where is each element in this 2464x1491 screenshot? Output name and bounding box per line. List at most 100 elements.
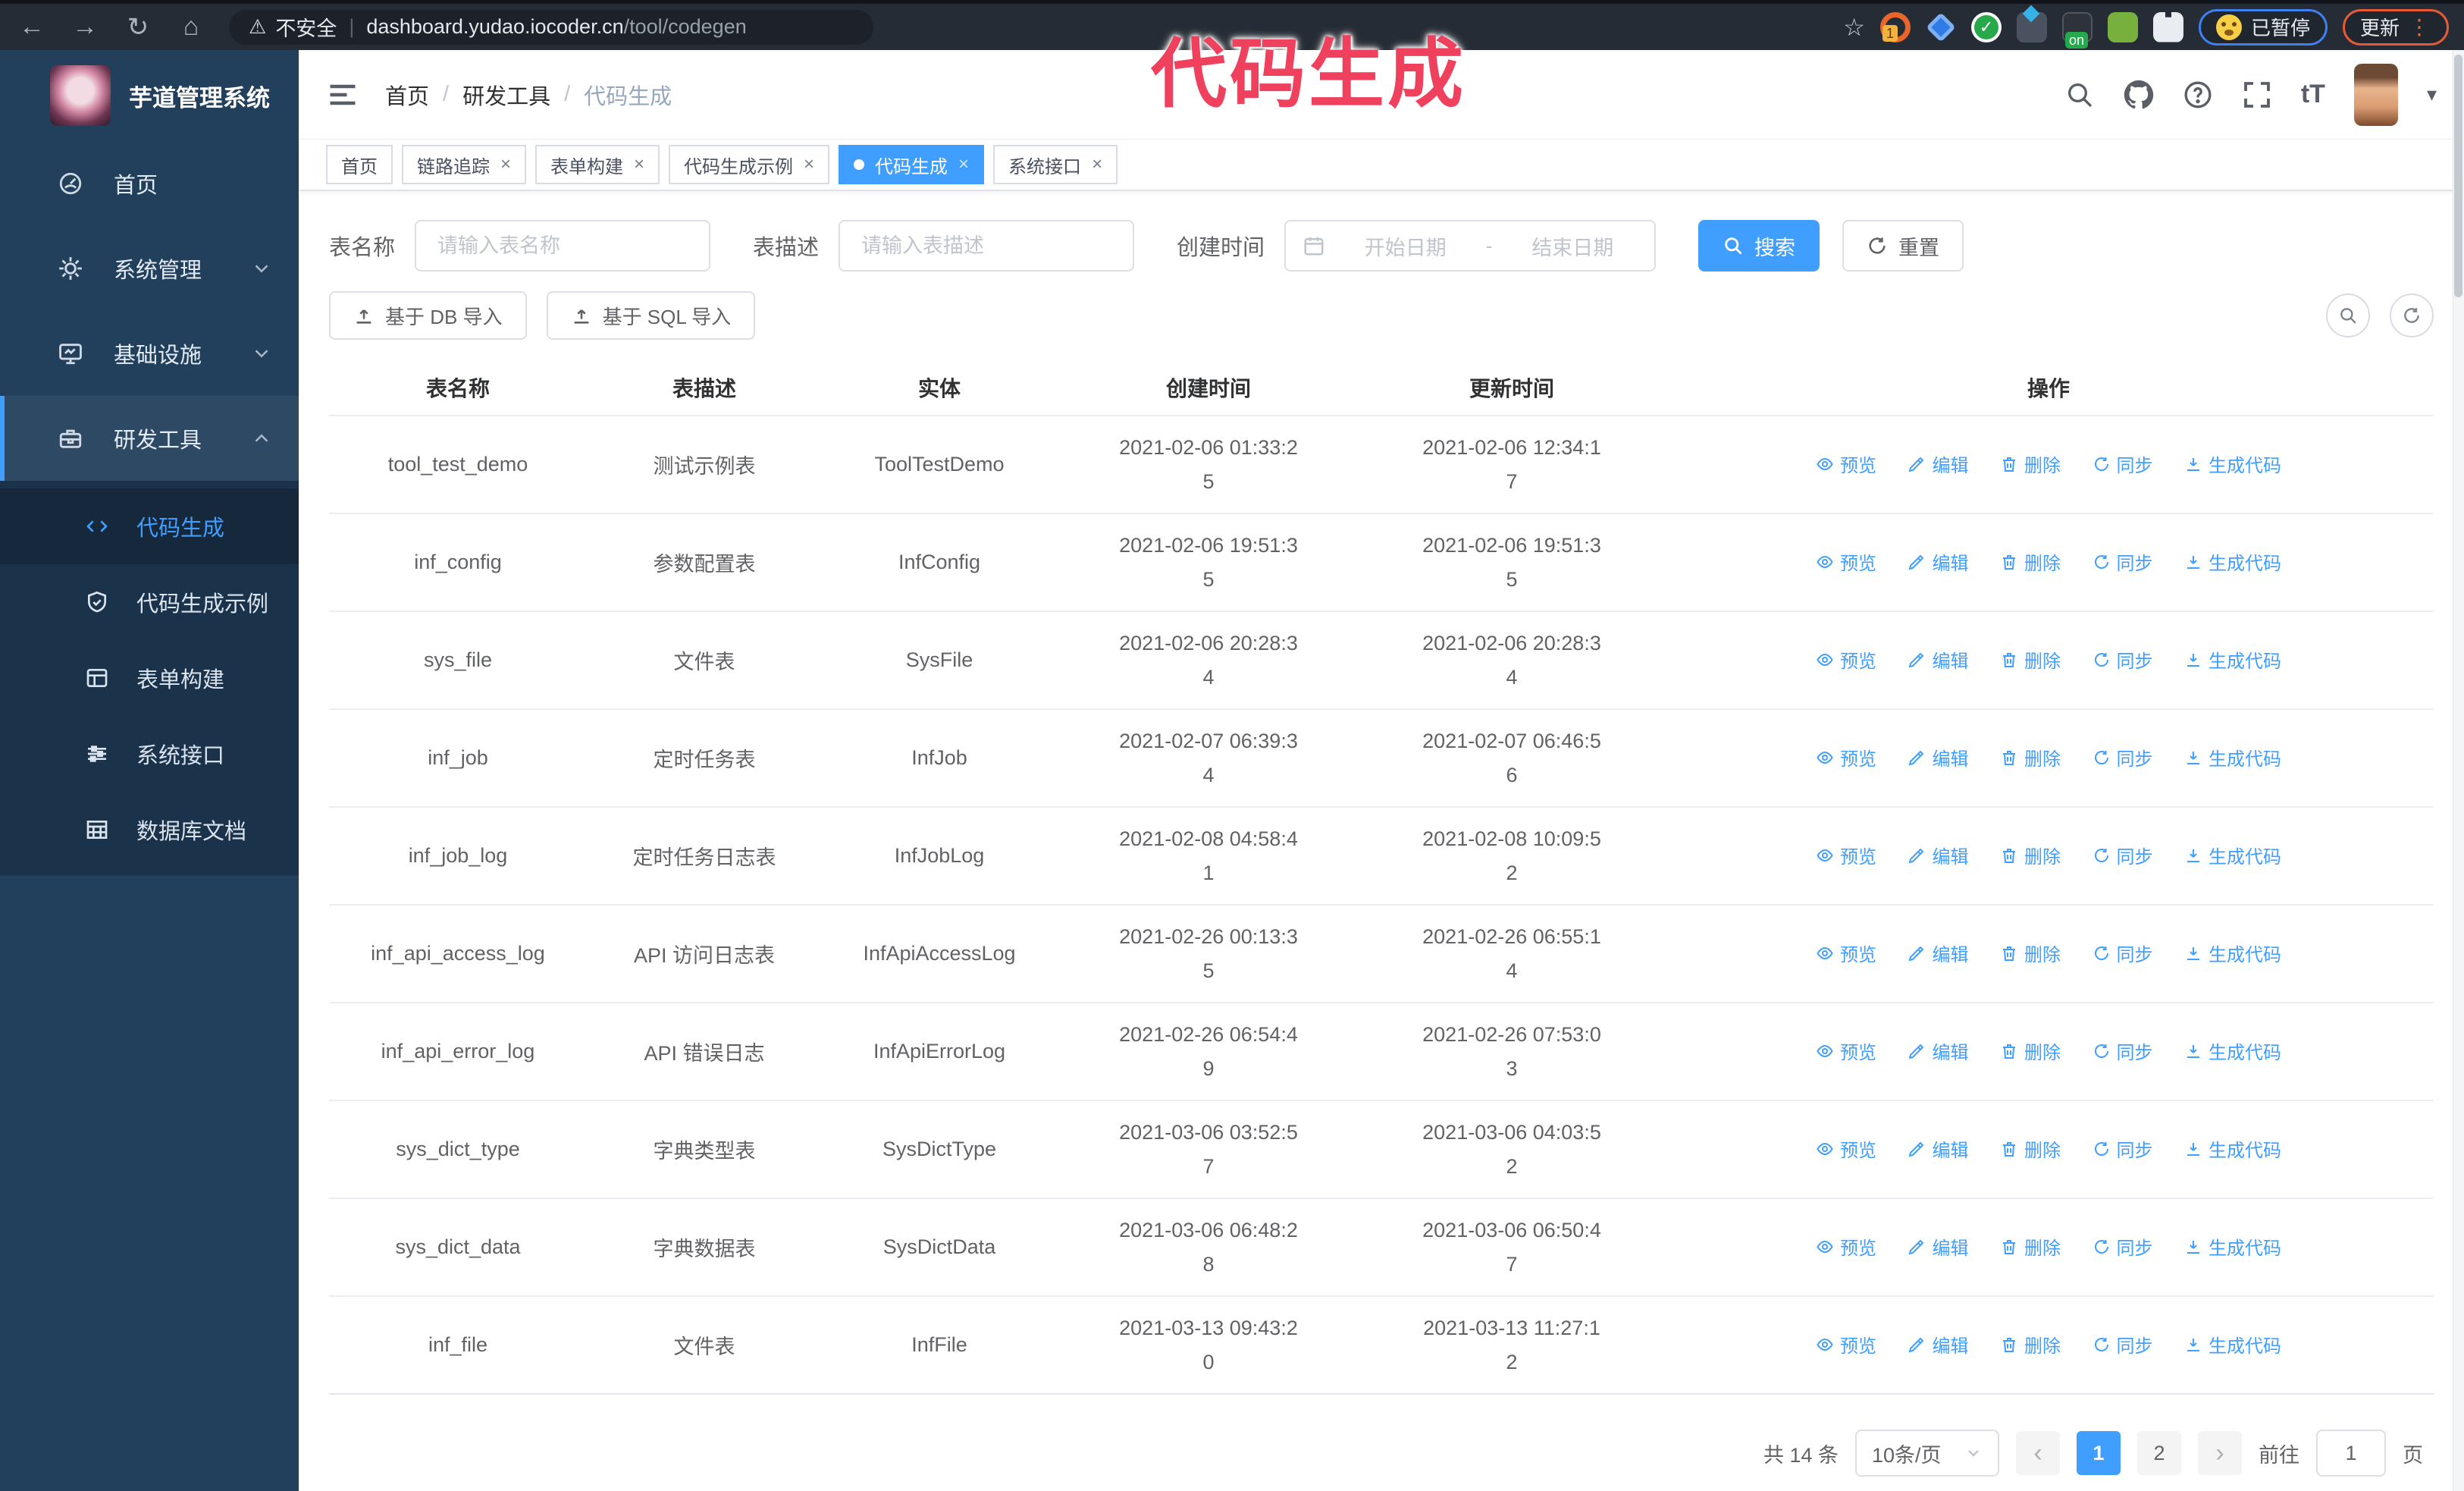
sidebar-subitem-codegen[interactable]: 代码生成 <box>0 488 299 564</box>
edit-link[interactable]: 编辑 <box>1908 1037 1968 1064</box>
tag-tracing[interactable]: 链路追踪 × <box>402 145 527 184</box>
generate-code-link[interactable]: 生成代码 <box>2184 842 2281 868</box>
toggle-search-button[interactable] <box>2326 293 2370 337</box>
date-range-picker[interactable]: 开始日期 - 结束日期 <box>1284 220 1657 272</box>
delete-link[interactable]: 删除 <box>2000 842 2061 868</box>
sidebar-subitem-codegen-demo[interactable]: 代码生成示例 <box>0 564 299 640</box>
app-logo-row[interactable]: 芋道管理系统 <box>0 50 299 141</box>
edit-link[interactable]: 编辑 <box>1908 646 1968 673</box>
sync-link[interactable]: 同步 <box>2093 1331 2153 1358</box>
generate-code-link[interactable]: 生成代码 <box>2184 1233 2281 1260</box>
delete-link[interactable]: 删除 <box>2000 1233 2061 1260</box>
edit-link[interactable]: 编辑 <box>1908 1331 1968 1358</box>
preview-link[interactable]: 预览 <box>1816 744 1876 771</box>
search-icon[interactable] <box>2064 80 2095 110</box>
page-button-1[interactable]: 1 <box>2077 1431 2121 1475</box>
page-size-select[interactable]: 10条/页 <box>1855 1430 1999 1477</box>
font-size-icon[interactable]: tT <box>2301 80 2325 109</box>
browser-back-icon[interactable]: ← <box>11 6 53 49</box>
delete-link[interactable]: 删除 <box>2000 940 2061 966</box>
page-scrollbar[interactable] <box>2453 50 2464 1491</box>
tag-codegen[interactable]: 代码生成 × <box>839 145 985 184</box>
generate-code-link[interactable]: 生成代码 <box>2184 940 2281 966</box>
generate-code-link[interactable]: 生成代码 <box>2184 646 2281 673</box>
paused-extension-pill[interactable]: 已暂停 <box>2198 8 2328 46</box>
extensions-puzzle-icon[interactable] <box>2152 11 2183 42</box>
browser-home-icon[interactable]: ⌂ <box>170 6 212 49</box>
sidebar-item-system[interactable]: 系统管理 <box>0 226 299 311</box>
close-icon[interactable]: × <box>958 154 969 175</box>
breadcrumb-devtools[interactable]: 研发工具 <box>462 79 550 111</box>
prev-page-button[interactable]: ‹ <box>2016 1431 2060 1475</box>
fullscreen-icon[interactable] <box>2242 80 2272 110</box>
delete-link[interactable]: 删除 <box>2000 744 2061 771</box>
help-icon[interactable] <box>2183 80 2213 110</box>
preview-link[interactable]: 预览 <box>1816 842 1876 868</box>
sync-link[interactable]: 同步 <box>2093 1037 2153 1064</box>
preview-link[interactable]: 预览 <box>1816 646 1876 673</box>
sidebar-item-infra[interactable]: 基础设施 <box>0 311 299 396</box>
close-icon[interactable]: × <box>500 154 511 175</box>
tag-codegen-demo[interactable]: 代码生成示例 × <box>669 145 830 184</box>
page-button-2[interactable]: 2 <box>2137 1431 2181 1475</box>
sidebar-subitem-form-builder[interactable]: 表单构建 <box>0 640 299 716</box>
browser-forward-icon[interactable]: → <box>64 6 106 49</box>
delete-link[interactable]: 删除 <box>2000 1037 2061 1064</box>
bookmark-star-icon[interactable]: ☆ <box>1843 13 1865 42</box>
sync-link[interactable]: 同步 <box>2093 646 2153 673</box>
preview-link[interactable]: 预览 <box>1816 940 1876 966</box>
extension-icon-green-check[interactable]: ✓ <box>1970 11 2002 42</box>
generate-code-link[interactable]: 生成代码 <box>2184 1037 2281 1064</box>
sidebar-subitem-db-doc[interactable]: 数据库文档 <box>0 792 299 868</box>
import-db-button[interactable]: 基于 DB 导入 <box>329 291 527 340</box>
preview-link[interactable]: 预览 <box>1816 1331 1876 1358</box>
address-bar[interactable]: ⚠ 不安全 | dashboard.yudao.iocoder.cn/tool/… <box>229 9 873 45</box>
delete-link[interactable]: 删除 <box>2000 1135 2061 1162</box>
sidebar-item-home[interactable]: 首页 <box>0 141 299 226</box>
sync-link[interactable]: 同步 <box>2093 940 2153 966</box>
sync-link[interactable]: 同步 <box>2093 842 2153 868</box>
next-page-button[interactable]: › <box>2198 1431 2242 1475</box>
generate-code-link[interactable]: 生成代码 <box>2184 1331 2281 1358</box>
preview-link[interactable]: 预览 <box>1816 1233 1876 1260</box>
edit-link[interactable]: 编辑 <box>1908 744 1968 771</box>
browser-update-pill[interactable]: 更新 ⋮ <box>2342 8 2449 46</box>
avatar-caret-down-icon[interactable]: ▾ <box>2427 83 2437 106</box>
scrollbar-thumb[interactable] <box>2454 55 2462 297</box>
tag-form-builder[interactable]: 表单构建 × <box>535 145 660 184</box>
delete-link[interactable]: 删除 <box>2000 450 2061 477</box>
edit-link[interactable]: 编辑 <box>1908 548 1968 575</box>
extension-icon-gem[interactable] <box>1926 11 1956 42</box>
github-icon[interactable] <box>2124 80 2154 110</box>
breadcrumb-home[interactable]: 首页 <box>385 79 429 111</box>
delete-link[interactable]: 删除 <box>2000 548 2061 575</box>
sync-link[interactable]: 同步 <box>2093 450 2153 477</box>
generate-code-link[interactable]: 生成代码 <box>2184 744 2281 771</box>
edit-link[interactable]: 编辑 <box>1908 450 1968 477</box>
delete-link[interactable]: 删除 <box>2000 1331 2061 1358</box>
preview-link[interactable]: 预览 <box>1816 1135 1876 1162</box>
edit-link[interactable]: 编辑 <box>1908 1233 1968 1260</box>
sync-link[interactable]: 同步 <box>2093 744 2153 771</box>
extension-icon-orange[interactable]: 1 <box>1879 11 1911 42</box>
sidebar-subitem-system-api[interactable]: 系统接口 <box>0 716 299 792</box>
user-avatar[interactable] <box>2353 63 2398 126</box>
tag-home[interactable]: 首页 <box>326 145 393 184</box>
browser-reload-icon[interactable]: ↻ <box>117 6 159 49</box>
close-icon[interactable]: × <box>804 154 814 175</box>
extension-icon-dark[interactable]: on <box>2061 11 2093 49</box>
preview-link[interactable]: 预览 <box>1816 548 1876 575</box>
close-icon[interactable]: × <box>1092 154 1102 175</box>
refresh-table-button[interactable] <box>2390 293 2434 337</box>
preview-link[interactable]: 预览 <box>1816 1037 1876 1064</box>
preview-link[interactable]: 预览 <box>1816 450 1876 477</box>
sync-link[interactable]: 同步 <box>2093 1233 2153 1260</box>
table-desc-input[interactable] <box>839 220 1135 272</box>
edit-link[interactable]: 编辑 <box>1908 842 1968 868</box>
hamburger-icon[interactable] <box>326 78 359 111</box>
extension-icon-grid[interactable] <box>2016 5 2047 42</box>
reset-button[interactable]: 重置 <box>1842 220 1964 272</box>
generate-code-link[interactable]: 生成代码 <box>2184 450 2281 477</box>
close-icon[interactable]: × <box>634 154 644 175</box>
generate-code-link[interactable]: 生成代码 <box>2184 1135 2281 1162</box>
